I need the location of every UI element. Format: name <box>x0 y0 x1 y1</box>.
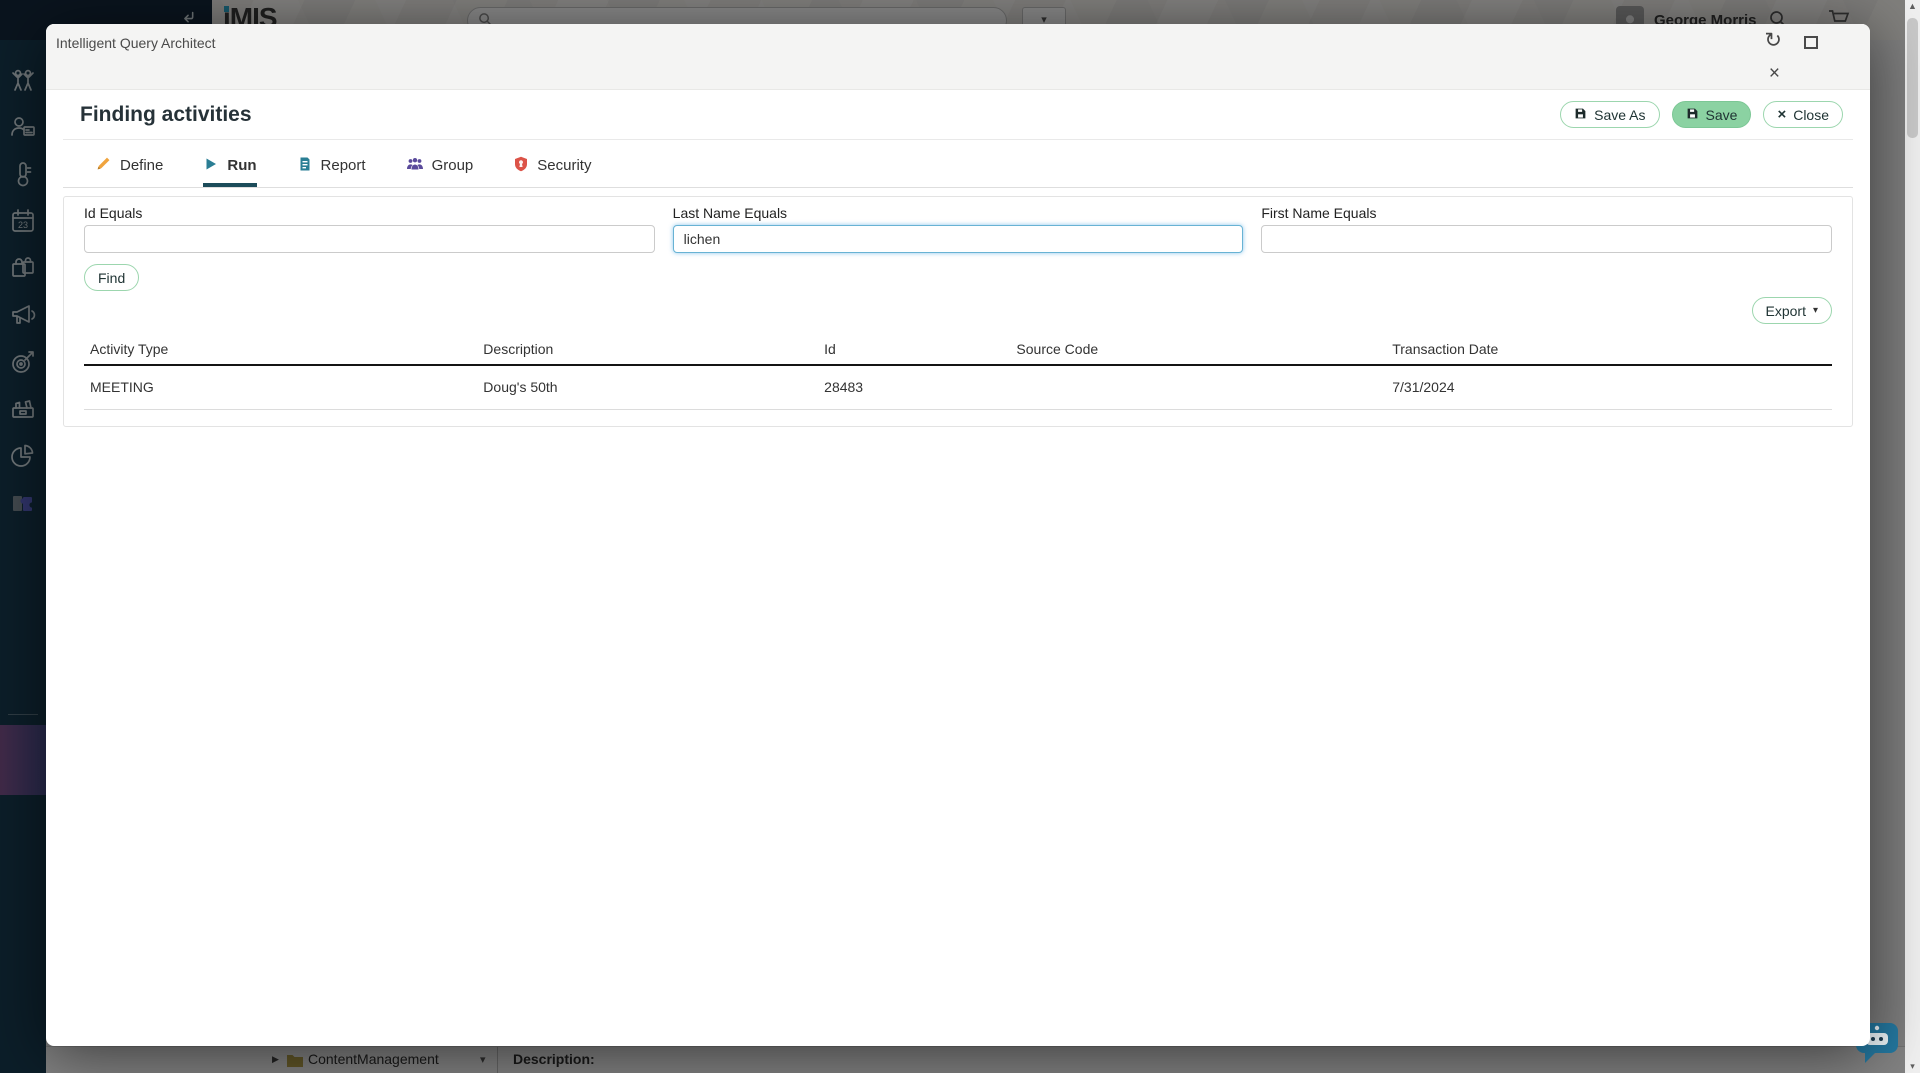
last-name-equals-input[interactable] <box>673 225 1244 253</box>
scroll-down-icon[interactable]: ▾ <box>1905 1061 1920 1072</box>
col-source-code[interactable]: Source Code <box>1010 334 1386 364</box>
cell-source-code <box>1010 366 1386 409</box>
table-row[interactable]: MEETING Doug's 50th 28483 7/31/2024 <box>84 366 1832 410</box>
screen: iMIS ▾ George Morris <box>0 0 1920 1073</box>
table-header-row: Activity Type Description Id Source Code… <box>84 334 1832 366</box>
last-name-equals-label: Last Name Equals <box>673 205 1244 221</box>
run-panel: Id Equals Last Name Equals First Name Eq… <box>63 196 1853 427</box>
tab-report[interactable]: Report <box>297 148 366 187</box>
close-button[interactable]: × Close <box>1763 101 1843 128</box>
page-scrollbar[interactable]: ▲ ▾ <box>1905 0 1920 1073</box>
save-as-button[interactable]: Save As <box>1560 101 1659 128</box>
group-people-icon <box>406 156 424 176</box>
find-button[interactable]: Find <box>84 264 139 291</box>
dialog-titlebar: Intelligent Query Architect ↻ × <box>46 24 1870 90</box>
cell-description: Doug's 50th <box>477 366 818 409</box>
header-actions: Save As Save × Close <box>1560 101 1843 128</box>
pencil-icon <box>95 155 112 176</box>
export-button[interactable]: Export ▾ <box>1752 297 1833 324</box>
id-equals-label: Id Equals <box>84 205 655 221</box>
cell-activity-type: MEETING <box>84 366 477 409</box>
first-name-equals-input[interactable] <box>1261 225 1832 253</box>
first-name-equals-label: First Name Equals <box>1261 205 1832 221</box>
tab-define[interactable]: Define <box>95 148 163 187</box>
scroll-up-icon[interactable]: ▲ <box>1905 1 1920 11</box>
page-title: Finding activities <box>80 103 252 127</box>
refresh-icon[interactable]: ↻ <box>1764 30 1782 52</box>
dialog-title: Intelligent Query Architect <box>56 35 216 51</box>
chevron-down-icon: ▾ <box>1813 305 1818 316</box>
col-id[interactable]: Id <box>818 334 1010 364</box>
id-equals-input[interactable] <box>84 225 655 253</box>
save-button[interactable]: Save <box>1672 101 1752 128</box>
col-transaction-date[interactable]: Transaction Date <box>1386 334 1832 364</box>
dialog-header: Finding activities Save As Save × Clos <box>63 90 1853 140</box>
cell-transaction-date: 7/31/2024 <box>1386 366 1832 409</box>
query-architect-dialog: Intelligent Query Architect ↻ × Finding … <box>46 24 1870 1046</box>
col-description[interactable]: Description <box>477 334 818 364</box>
tab-run[interactable]: Run <box>203 148 256 187</box>
tab-security[interactable]: Security <box>513 148 591 187</box>
maximize-icon[interactable] <box>1804 36 1818 49</box>
floppy-icon <box>1686 107 1699 123</box>
dialog-close-icon[interactable]: × <box>1769 64 1780 84</box>
scrollbar-thumb[interactable] <box>1907 18 1918 138</box>
col-activity-type[interactable]: Activity Type <box>84 334 477 364</box>
results-table: Activity Type Description Id Source Code… <box>84 334 1832 410</box>
shield-icon <box>513 156 529 176</box>
report-document-icon <box>297 156 313 176</box>
play-icon <box>203 156 219 176</box>
tab-group[interactable]: Group <box>406 148 474 187</box>
close-icon: × <box>1777 108 1786 122</box>
floppy-icon <box>1574 107 1587 123</box>
filter-fields: Id Equals Last Name Equals First Name Eq… <box>84 205 1832 253</box>
cell-id: 28483 <box>818 366 1010 409</box>
tab-bar: Define Run Report Group <box>63 148 1853 188</box>
